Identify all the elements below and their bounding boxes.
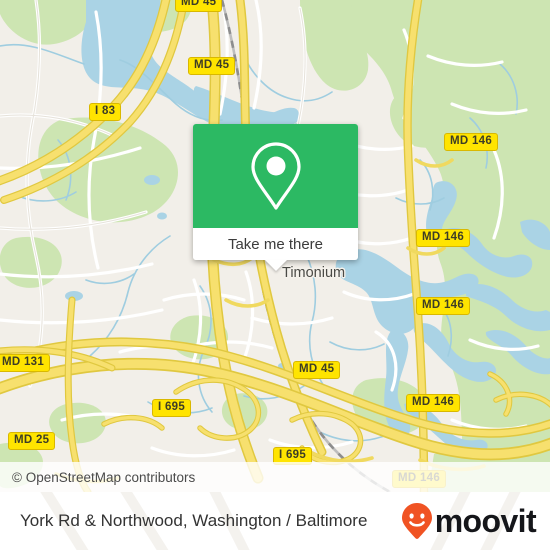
road-shield[interactable]: MD 131 bbox=[0, 354, 51, 372]
openstreetmap-attribution[interactable]: © OpenStreetMap contributors bbox=[0, 470, 195, 485]
callout-header bbox=[193, 124, 358, 228]
station-title: York Rd & Northwood, Washington / Baltim… bbox=[20, 511, 368, 530]
road-shield[interactable]: MD 45 bbox=[175, 0, 223, 12]
road-shield[interactable]: MD 25 bbox=[8, 432, 56, 450]
callout-action-button[interactable]: Take me there bbox=[193, 228, 358, 260]
road-shield[interactable]: MD 45 bbox=[293, 361, 341, 379]
road-shield[interactable]: MD 146 bbox=[444, 133, 499, 151]
callout-pointer bbox=[264, 260, 287, 271]
moovit-wordmark: moovit bbox=[434, 503, 537, 539]
road-shield[interactable]: MD 146 bbox=[416, 229, 471, 247]
station-callout-card[interactable]: Take me there bbox=[193, 124, 358, 271]
callout-action-label: Take me there bbox=[227, 235, 324, 253]
road-shield[interactable]: MD 146 bbox=[416, 297, 471, 315]
moovit-logo[interactable]: moovit bbox=[401, 502, 537, 540]
map-pin-icon bbox=[250, 142, 301, 210]
moovit-station-map-screen: Timonium MD 45 MD 45 I 83 MD 146 MD 146 … bbox=[0, 0, 550, 550]
map-place-label-timonium: Timonium bbox=[282, 265, 346, 281]
road-shield[interactable]: MD 146 bbox=[406, 394, 461, 412]
footer-bar: York Rd & Northwood, Washington / Baltim… bbox=[0, 492, 550, 550]
road-shield[interactable]: MD 45 bbox=[188, 57, 236, 75]
road-shield[interactable]: I 83 bbox=[89, 103, 122, 121]
map-attribution-bar: © OpenStreetMap contributors bbox=[0, 462, 550, 492]
road-shield[interactable]: I 695 bbox=[152, 399, 192, 417]
moovit-smiley-pin-icon bbox=[401, 503, 432, 539]
map-canvas[interactable]: Timonium MD 45 MD 45 I 83 MD 146 MD 146 … bbox=[0, 0, 550, 492]
